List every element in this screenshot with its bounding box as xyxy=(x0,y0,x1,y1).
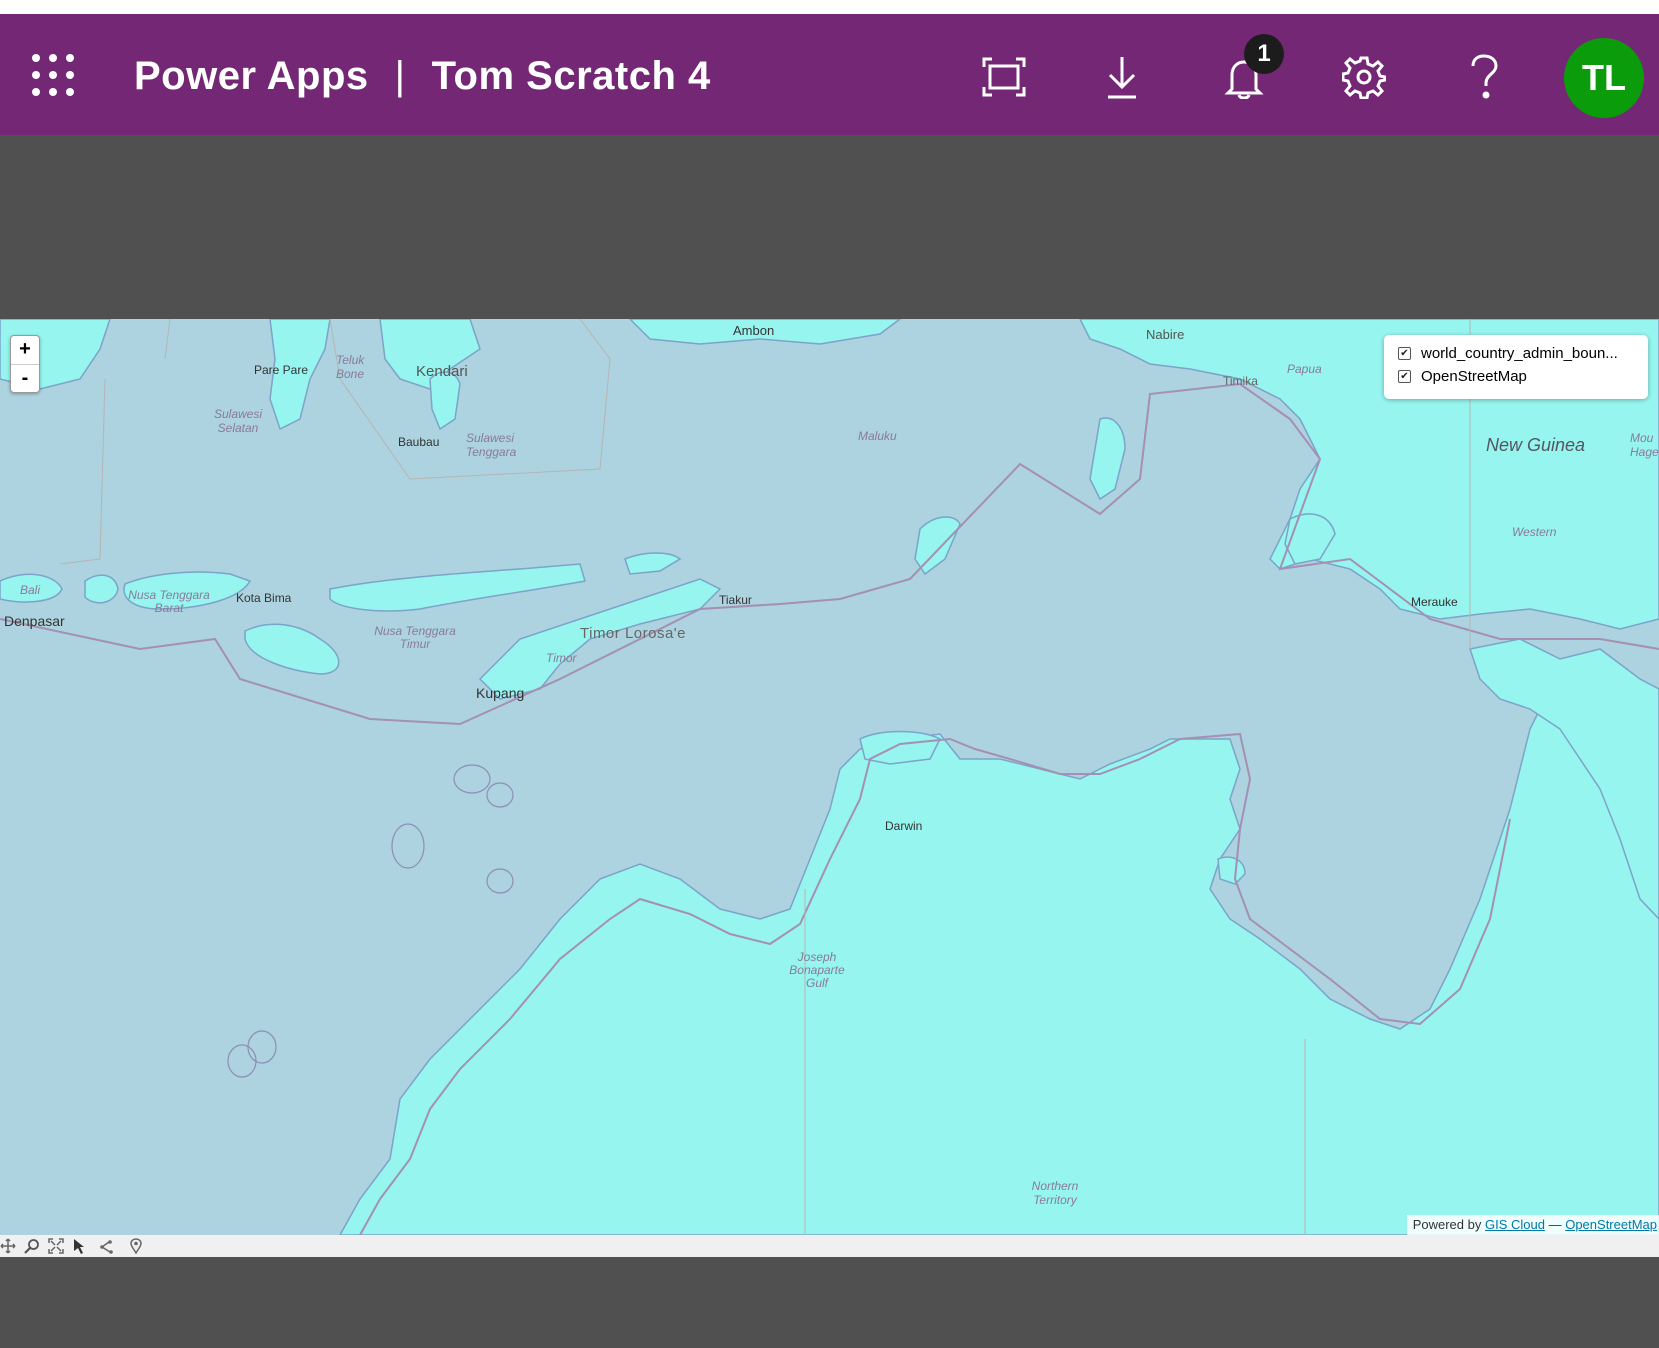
fit-to-window-icon[interactable] xyxy=(976,49,1032,105)
select-tool-icon[interactable] xyxy=(72,1238,88,1254)
help-icon[interactable] xyxy=(1456,49,1512,105)
label-kupang: Kupang xyxy=(476,685,525,701)
layer-label: world_country_admin_boun... xyxy=(1421,344,1618,362)
marker-tool-icon[interactable] xyxy=(128,1238,144,1254)
label-ambon: Ambon xyxy=(733,323,775,338)
app-header: Power Apps | Tom Scratch 4 1 TL xyxy=(0,14,1659,135)
layer-label: OpenStreetMap xyxy=(1421,367,1527,385)
app-name: Power Apps xyxy=(134,54,369,98)
app-launcher-icon[interactable] xyxy=(32,54,74,96)
label-nabire: Nabire xyxy=(1146,327,1185,342)
measure-tool-icon[interactable] xyxy=(100,1238,116,1254)
layer-control: ✔ world_country_admin_boun... ✔ OpenStre… xyxy=(1384,335,1648,399)
land-wetar xyxy=(624,552,682,575)
label-timika: Timika xyxy=(1223,374,1258,388)
border-provinces xyxy=(59,319,611,565)
label-tiakur: Tiakur xyxy=(719,593,752,607)
app-title: Tom Scratch 4 xyxy=(431,54,711,98)
user-avatar[interactable]: TL xyxy=(1564,38,1644,118)
map-view[interactable]: Ambon Nabire Papua Timika New Guinea Wes… xyxy=(0,319,1659,1235)
label-denpasar: Denpasar xyxy=(4,613,65,629)
map-basemap xyxy=(0,319,1659,1235)
label-maluku: Maluku xyxy=(858,429,897,443)
zoom-in-button[interactable]: + xyxy=(11,336,39,365)
label-teluk-bone: Teluk Bone xyxy=(336,353,365,381)
map-attribution: Powered by GIS Cloud — OpenStreetMap xyxy=(1406,1215,1659,1235)
label-mou-hage: Mou Hage xyxy=(1630,431,1659,459)
label-timor: Timor xyxy=(546,651,577,665)
label-kota-bima: Kota Bima xyxy=(236,591,292,605)
label-kendari: Kendari xyxy=(416,363,468,380)
label-papua: Papua xyxy=(1287,362,1322,376)
land-flores xyxy=(329,563,586,612)
gis-cloud-link[interactable]: GIS Cloud xyxy=(1485,1217,1545,1232)
app-title-bar: Power Apps | Tom Scratch 4 xyxy=(134,54,711,98)
zoom-tool-icon[interactable] xyxy=(24,1238,40,1254)
layer-row-openstreetmap[interactable]: ✔ OpenStreetMap xyxy=(1398,366,1527,386)
label-pare-pare: Pare Pare xyxy=(254,363,309,377)
label-darwin: Darwin xyxy=(885,819,923,833)
zoom-control: + - xyxy=(10,335,40,393)
top-strip xyxy=(0,0,1659,14)
label-new-guinea: New Guinea xyxy=(1486,435,1586,455)
label-western: Western xyxy=(1512,525,1557,539)
title-separator: | xyxy=(394,54,406,98)
land-lombok xyxy=(84,574,119,604)
label-ntb: Nusa Tenggara Barat xyxy=(128,588,210,615)
land-buton xyxy=(429,371,461,431)
label-merauke: Merauke xyxy=(1411,595,1458,609)
land-australia xyxy=(339,698,1659,1235)
land-aru xyxy=(1089,417,1126,501)
openstreetmap-link[interactable]: OpenStreetMap xyxy=(1565,1217,1657,1232)
attribution-dash: — xyxy=(1548,1217,1562,1232)
label-bali: Bali xyxy=(20,583,41,597)
download-icon[interactable] xyxy=(1094,49,1150,105)
zoom-out-button[interactable]: - xyxy=(11,365,39,393)
pan-tool-icon[interactable] xyxy=(0,1238,16,1254)
label-ntt: Nusa Tenggara Timur xyxy=(374,624,456,651)
attribution-prefix: Powered by xyxy=(1412,1217,1482,1232)
gear-icon[interactable] xyxy=(1336,49,1392,105)
label-joseph-bonaparte: Joseph Bonaparte Gulf xyxy=(789,950,845,990)
label-northern-territory: Northern Territory xyxy=(1031,1179,1079,1207)
land-groote xyxy=(1217,856,1246,885)
layer-checkbox-openstreetmap[interactable]: ✔ xyxy=(1398,369,1411,383)
label-sulawesi-tenggara: Sulawesi Tenggara xyxy=(466,431,517,459)
layer-row-admin-boundaries[interactable]: ✔ world_country_admin_boun... xyxy=(1398,343,1618,363)
land-sumba xyxy=(244,623,340,675)
label-sulawesi-selatan: Sulawesi Selatan xyxy=(213,407,263,435)
full-extent-icon[interactable] xyxy=(48,1238,64,1254)
layer-checkbox-admin-boundaries[interactable]: ✔ xyxy=(1398,346,1411,360)
notification-badge: 1 xyxy=(1244,34,1284,74)
map-toolbar xyxy=(0,1235,1659,1257)
label-baubau: Baubau xyxy=(398,435,440,449)
land-melville xyxy=(859,730,942,765)
label-timor-leste: Timor Lorosa'e xyxy=(580,625,687,642)
